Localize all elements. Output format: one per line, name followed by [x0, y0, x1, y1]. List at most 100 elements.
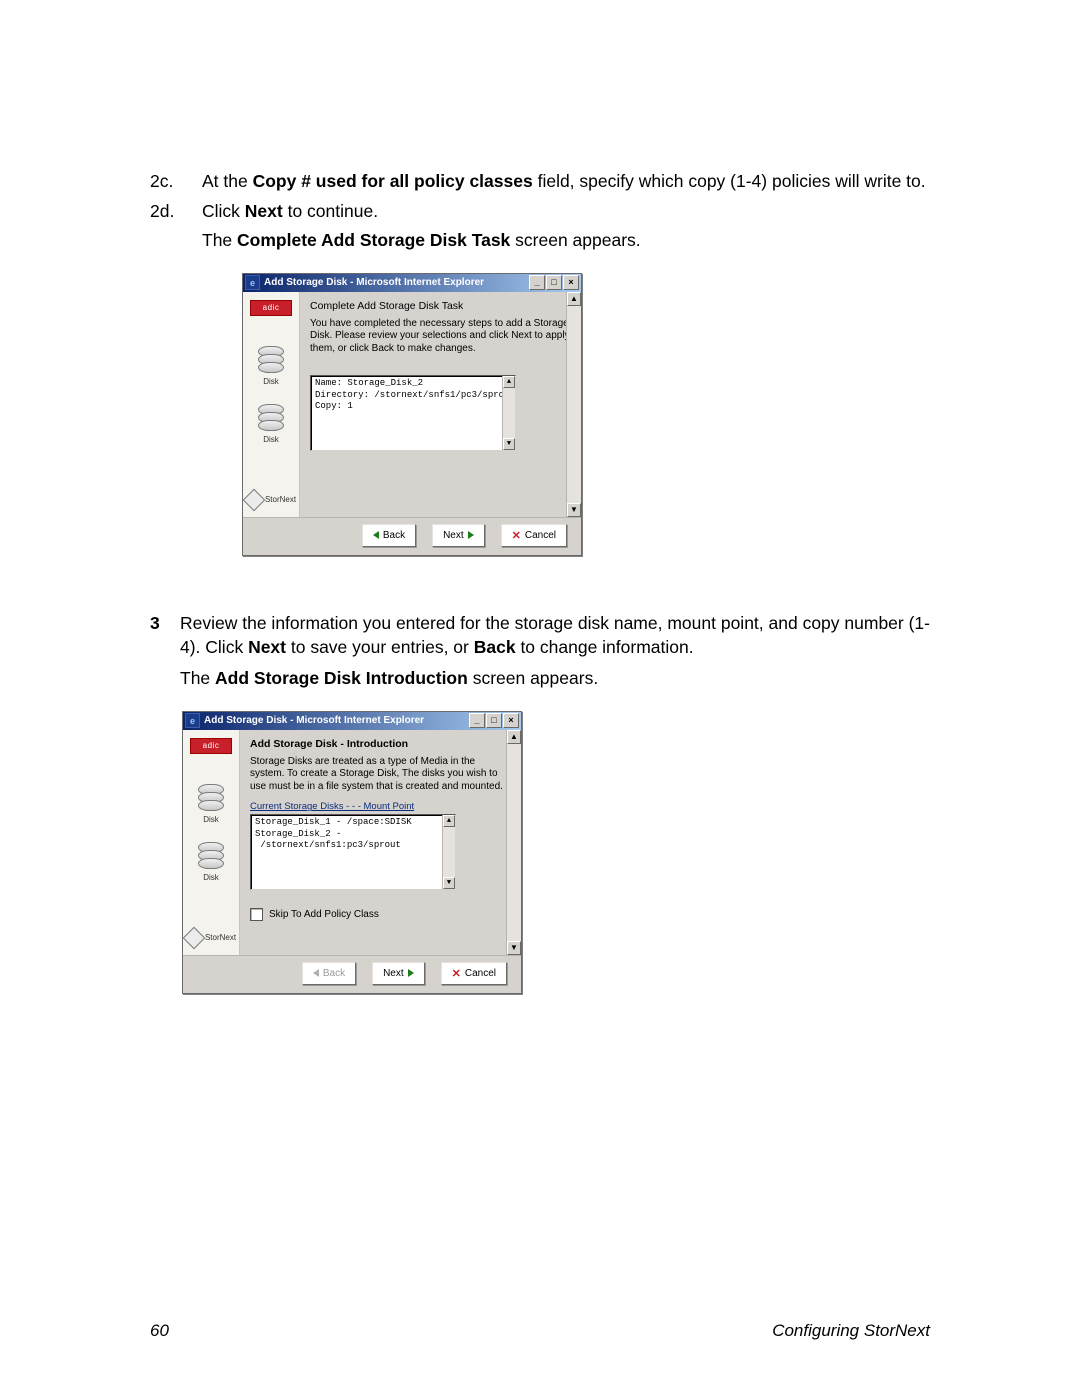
- cancel-label-2: Cancel: [465, 968, 496, 979]
- complete-prefix: The: [202, 230, 237, 250]
- disk-label-2b: Disk: [203, 873, 219, 882]
- dialog-1-heading: Complete Add Storage Disk Task: [310, 300, 571, 312]
- dialog-1-desc: You have completed the necessary steps t…: [310, 318, 571, 356]
- step-2d-text: Click Next to continue.: [202, 200, 930, 224]
- disk-label-1a: Disk: [263, 377, 279, 386]
- summary-textbox[interactable]: Name: Storage_Disk_2 Directory: /stornex…: [310, 375, 516, 451]
- complete-suffix: screen appears.: [510, 230, 640, 250]
- stornext-label-2: StorNext: [205, 933, 236, 942]
- step-3: 3 Review the information you entered for…: [150, 612, 930, 659]
- disks-textbox[interactable]: Storage_Disk_1 - /space:SDISK Storage_Di…: [250, 814, 456, 890]
- disk-icon: [258, 346, 284, 373]
- screenshot-complete-task: e Add Storage Disk - Microsoft Internet …: [242, 273, 930, 556]
- step-2d-bold: Next: [245, 201, 283, 221]
- window-1-body: adic Disk Disk StorNext: [243, 292, 581, 517]
- window-2-body: adic Disk Disk StorNext: [183, 730, 521, 955]
- scroll-up-icon[interactable]: ▲: [443, 815, 455, 827]
- current-disks-link[interactable]: Current Storage Disks - - - Mount Point: [250, 801, 511, 812]
- cancel-button[interactable]: ✕ Cancel: [441, 962, 507, 985]
- step-3-t3: to change information.: [516, 637, 694, 657]
- scroll-down-icon[interactable]: ▼: [507, 941, 521, 955]
- content-2: Add Storage Disk - Introduction Storage …: [240, 730, 521, 955]
- step-2d-label: 2d.: [150, 200, 202, 224]
- disk-icon: [258, 404, 284, 431]
- back-button[interactable]: Back: [362, 524, 416, 547]
- disk-icon: [198, 784, 224, 811]
- page: 2c. At the Copy # used for all policy cl…: [0, 0, 1080, 1397]
- sidebar-1: adic Disk Disk StorNext: [243, 292, 300, 517]
- titlebar-2: e Add Storage Disk - Microsoft Internet …: [183, 712, 521, 730]
- skip-label: Skip To Add Policy Class: [269, 909, 379, 920]
- cancel-label: Cancel: [525, 530, 556, 541]
- page-footer: 60 Configuring StorNext: [150, 1321, 930, 1341]
- close-button[interactable]: ×: [503, 713, 519, 728]
- back-label: Back: [383, 530, 405, 541]
- cancel-x-icon: ✕: [452, 967, 461, 980]
- step-2c-text: At the Copy # used for all policy classe…: [202, 170, 930, 194]
- intro-suffix: screen appears.: [468, 668, 598, 688]
- step-2d-prefix: Click: [202, 201, 245, 221]
- scrollbar[interactable]: ▲▼: [502, 376, 515, 450]
- next-label-2: Next: [383, 968, 404, 979]
- window-controls-2: _ □ ×: [469, 713, 519, 728]
- step-2c-suffix: field, specify which copy (1-4) policies…: [533, 171, 926, 191]
- stornext-icon: [243, 489, 266, 512]
- minimize-button[interactable]: _: [529, 275, 545, 290]
- window-controls-1: _ □ ×: [529, 275, 579, 290]
- next-arrow-icon: [468, 531, 474, 539]
- section-title: Configuring StorNext: [772, 1321, 930, 1341]
- scroll-down-icon[interactable]: ▼: [503, 438, 515, 450]
- step-3-t2: to save your entries, or: [286, 637, 474, 657]
- scroll-down-icon[interactable]: ▼: [567, 503, 581, 517]
- disk-icon: [198, 842, 224, 869]
- back-button-disabled: Back: [302, 962, 356, 985]
- scroll-up-icon[interactable]: ▲: [567, 292, 581, 306]
- stornext-label-1: StorNext: [265, 495, 296, 504]
- cancel-button[interactable]: ✕ Cancel: [501, 524, 567, 547]
- disk-label-2a: Disk: [203, 815, 219, 824]
- adic-logo: adic: [250, 300, 292, 316]
- ie-icon: e: [185, 713, 200, 728]
- dialog-2-heading: Add Storage Disk - Introduction: [250, 738, 511, 750]
- window-1: e Add Storage Disk - Microsoft Internet …: [242, 273, 582, 556]
- dialog-2-desc: Storage Disks are treated as a type of M…: [250, 756, 511, 794]
- scroll-up-icon[interactable]: ▲: [503, 376, 515, 388]
- intro-prefix: The: [180, 668, 215, 688]
- step-3-text: Review the information you entered for t…: [180, 612, 930, 659]
- maximize-button[interactable]: □: [546, 275, 562, 290]
- next-button[interactable]: Next: [432, 524, 485, 547]
- back-label-2: Back: [323, 968, 345, 979]
- window-2-title: Add Storage Disk - Microsoft Internet Ex…: [204, 715, 424, 726]
- disk-label-1b: Disk: [263, 435, 279, 444]
- step-2c: 2c. At the Copy # used for all policy cl…: [150, 170, 930, 194]
- scrollbar[interactable]: ▲▼: [442, 815, 455, 889]
- next-button[interactable]: Next: [372, 962, 425, 985]
- summary-text: Name: Storage_Disk_2 Directory: /stornex…: [315, 378, 515, 411]
- window-scrollbar[interactable]: ▲▼: [506, 730, 521, 955]
- step-2d: 2d. Click Next to continue.: [150, 200, 930, 224]
- step-2c-bold: Copy # used for all policy classes: [253, 171, 533, 191]
- back-arrow-icon: [313, 969, 319, 977]
- scroll-up-icon[interactable]: ▲: [507, 730, 521, 744]
- maximize-button[interactable]: □: [486, 713, 502, 728]
- step-3-b2: Back: [474, 637, 516, 657]
- adic-logo: adic: [190, 738, 232, 754]
- stornext-row-2: StorNext: [186, 930, 236, 949]
- complete-bold: Complete Add Storage Disk Task: [237, 230, 510, 250]
- content-1: Complete Add Storage Disk Task You have …: [300, 292, 581, 517]
- window-1-title: Add Storage Disk - Microsoft Internet Ex…: [264, 277, 484, 288]
- window-scrollbar[interactable]: ▲▼: [566, 292, 581, 517]
- scroll-down-icon[interactable]: ▼: [443, 877, 455, 889]
- stornext-icon: [183, 926, 206, 949]
- complete-line: The Complete Add Storage Disk Task scree…: [202, 229, 930, 253]
- button-bar-1: Back Next ✕ Cancel: [243, 517, 581, 555]
- minimize-button[interactable]: _: [469, 713, 485, 728]
- skip-checkbox[interactable]: [250, 908, 263, 921]
- close-button[interactable]: ×: [563, 275, 579, 290]
- step-2c-prefix: At the: [202, 171, 253, 191]
- page-number: 60: [150, 1321, 169, 1341]
- cancel-x-icon: ✕: [512, 529, 521, 542]
- intro-line: The Add Storage Disk Introduction screen…: [180, 667, 930, 691]
- stornext-row-1: StorNext: [246, 492, 296, 511]
- step-3-b1: Next: [248, 637, 286, 657]
